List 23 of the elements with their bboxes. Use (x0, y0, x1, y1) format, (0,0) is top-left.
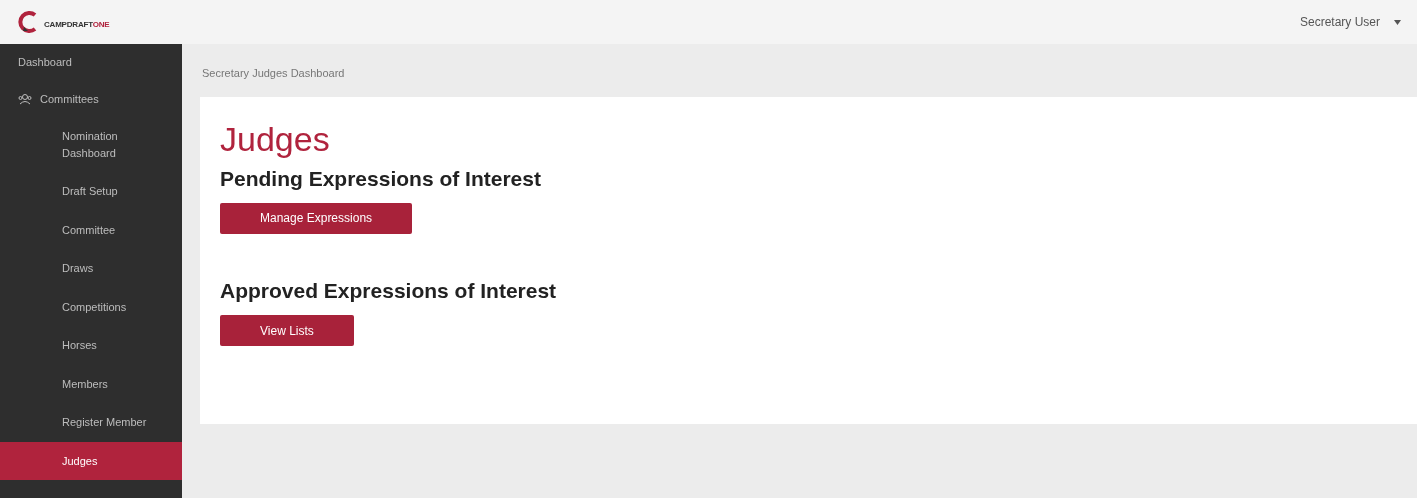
sidebar-item[interactable]: Competitions (0, 287, 182, 326)
sidebar-item[interactable]: Members (0, 364, 182, 403)
action-button[interactable]: Manage Expressions (220, 203, 413, 234)
sidebar-item-label: Committees (40, 91, 99, 107)
section-heading: Approved Expressions of Interest (220, 278, 558, 304)
sidebar-item[interactable]: Register Member (0, 403, 182, 442)
breadcrumb-text: Secretary Judges Dashboard (201, 66, 346, 81)
logo-text: CAMPDRAFTONE (44, 20, 110, 29)
caret-icon (1394, 19, 1401, 25)
section-heading: Pending Expressions of Interest (220, 165, 542, 191)
action-button[interactable]: View Lists (220, 315, 354, 347)
logo-accent-text: ONE (92, 20, 110, 29)
sidebar-item[interactable]: Draws (0, 249, 182, 288)
page-title: Judges (220, 119, 331, 160)
sidebar-item[interactable]: Dashboard (0, 44, 182, 81)
sidebar-item[interactable]: Horses (0, 326, 182, 365)
sidebar-item[interactable]: Nomination Dashboard (0, 117, 182, 172)
sidebar-item[interactable]: Committee (0, 210, 182, 249)
user-menu-button[interactable]: Secretary User (1293, 12, 1386, 32)
sidebar-item[interactable]: Judges (0, 441, 182, 480)
sidebar-item[interactable]: Committees (0, 80, 182, 117)
group-icon (18, 92, 32, 105)
sidebar-item[interactable]: Draft Setup (0, 172, 182, 211)
